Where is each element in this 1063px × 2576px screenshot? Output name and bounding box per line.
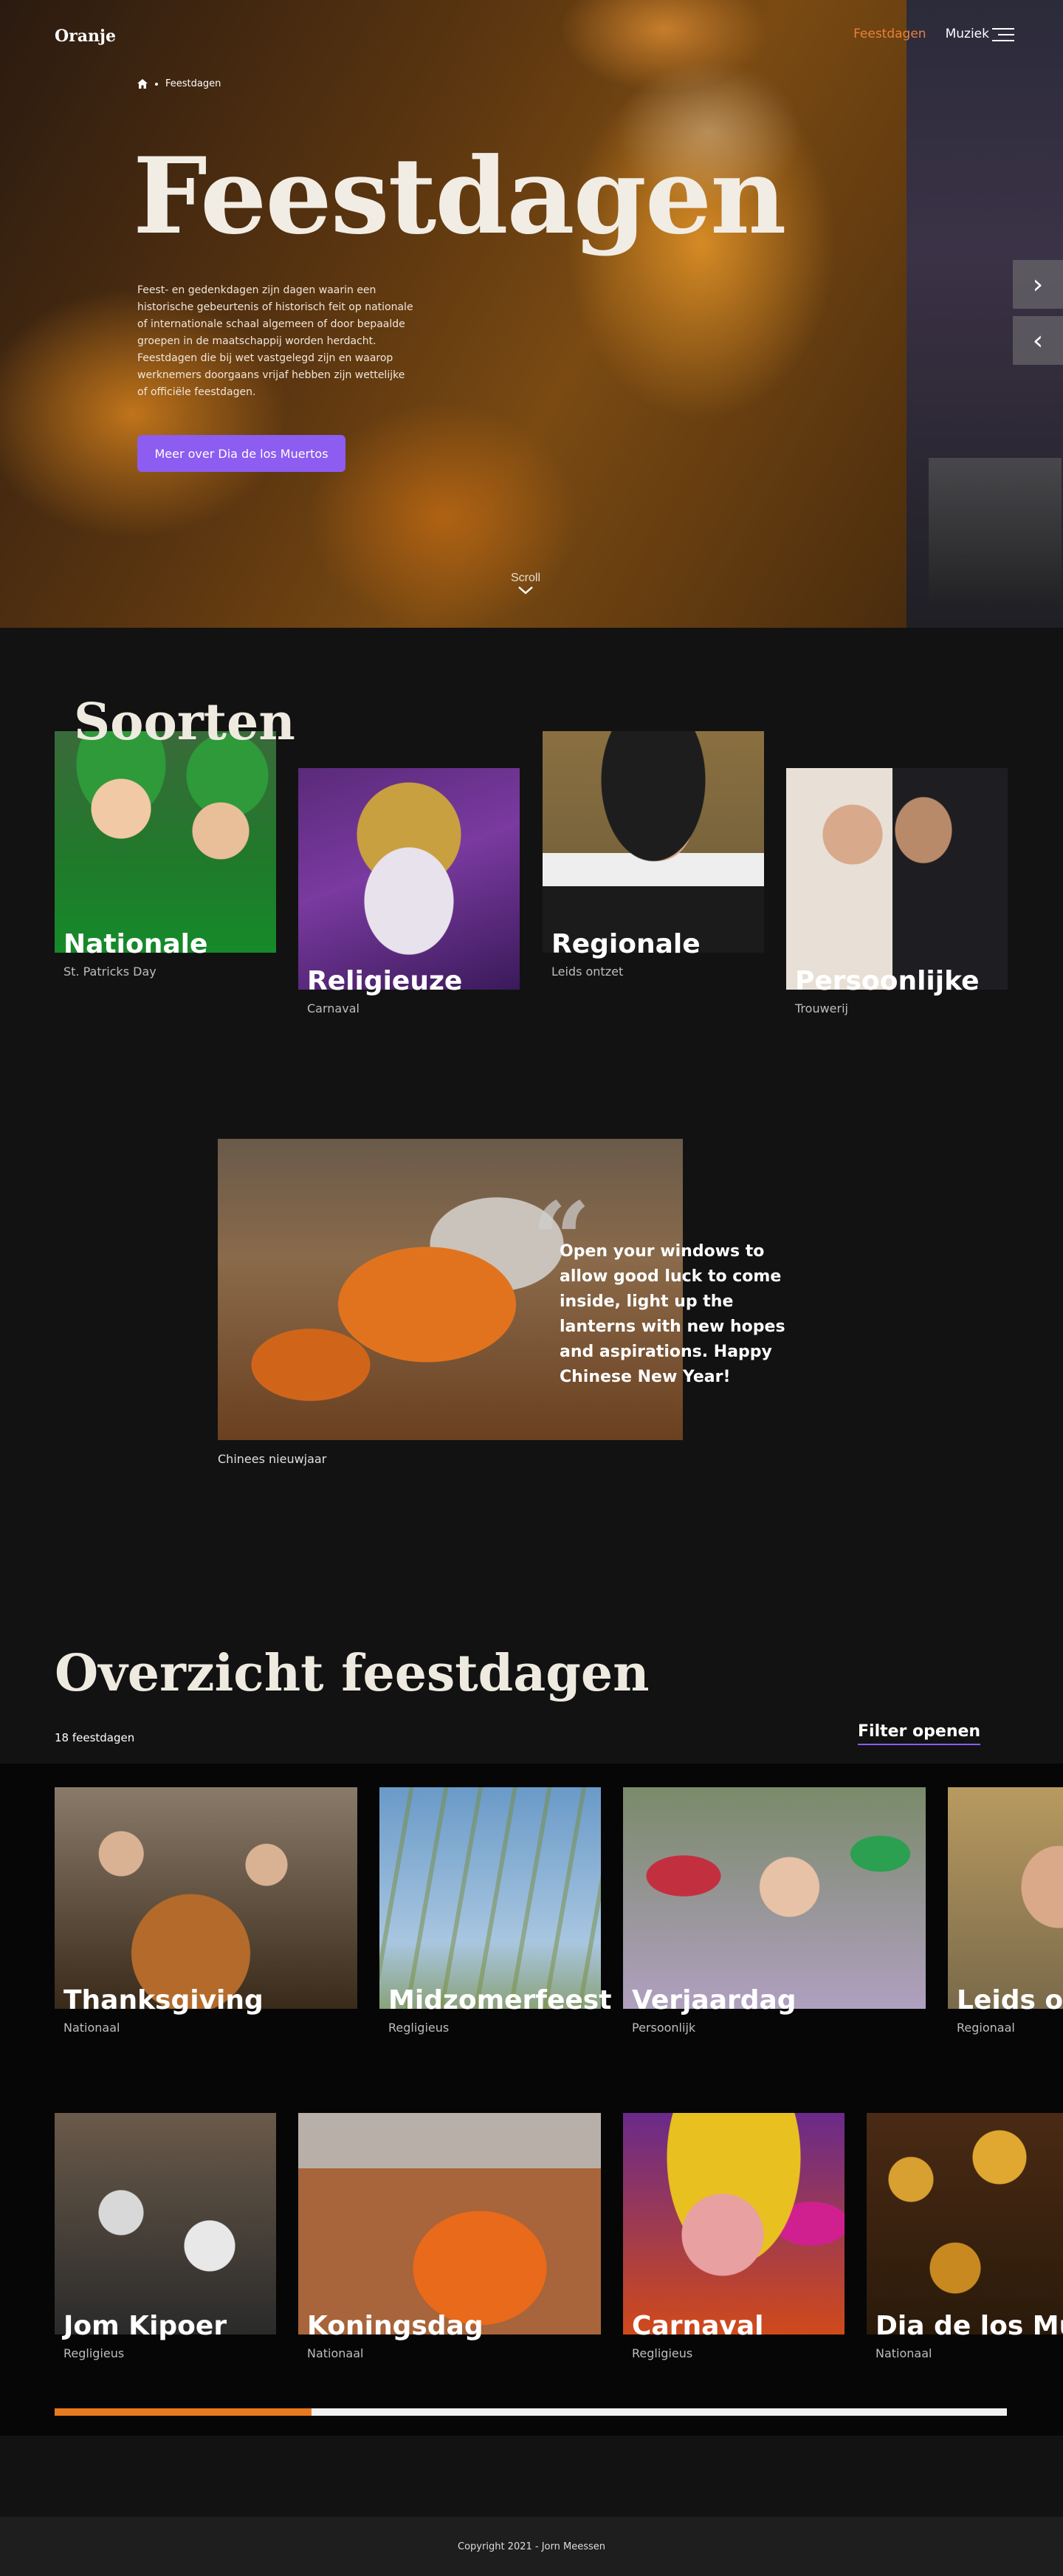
- card-image: [623, 1787, 926, 2009]
- breadcrumb-current: Feestdagen: [165, 78, 221, 89]
- card-subtitle: Carnaval: [307, 1001, 360, 1015]
- overzicht-title: Overzicht feestdagen: [55, 1644, 650, 1703]
- gallery-scroll-progress[interactable]: [55, 2408, 1007, 2416]
- card-subtitle: Regligieus: [388, 2021, 450, 2035]
- card-title: Carnaval: [632, 2311, 764, 2341]
- card-subtitle: Regionaal: [957, 2021, 1015, 2035]
- progress-fill: [55, 2408, 312, 2416]
- card-title: Midzomerfeest: [388, 1985, 612, 2015]
- hero-cta-button[interactable]: Meer over Dia de los Muertos: [137, 435, 345, 472]
- card-subtitle: Nationaal: [63, 2021, 120, 2035]
- nav-link-feestdagen[interactable]: Feestdagen: [853, 27, 926, 41]
- card-title: Koningsdag: [307, 2311, 484, 2341]
- result-count: 18 feestdagen: [55, 1731, 135, 1744]
- card-subtitle: St. Patricks Day: [63, 965, 156, 979]
- card-title: Religieuze: [307, 966, 463, 996]
- hero-section: Oranje Feestdagen Muziek Feestdagen Fees…: [0, 0, 1063, 628]
- card-subtitle: Nationaal: [307, 2346, 364, 2360]
- card-image: [55, 1787, 357, 2009]
- copyright-text: Copyright 2021 - Jorn Meessen: [458, 2541, 605, 2552]
- gallery-card-dia-de-los-muertos[interactable]: Dia de los Muertos Nationaal: [867, 2113, 1063, 2379]
- card-subtitle: Trouwerij: [795, 1001, 848, 1015]
- card-subtitle: Regligieus: [632, 2346, 693, 2360]
- hamburger-icon[interactable]: [992, 27, 1014, 43]
- card-title: Verjaardag: [632, 1985, 797, 2015]
- card-image: [298, 768, 520, 990]
- card-title: Thanksgiving: [63, 1985, 264, 2015]
- gallery-card-leids-ontzet[interactable]: Leids ontzet Regionaal: [948, 1787, 1063, 2053]
- hero-description: Feest- en gedenkdagen zijn dagen waarin …: [137, 284, 413, 398]
- nav-link-muziek[interactable]: Muziek: [946, 27, 989, 41]
- hero-title: Feestdagen: [133, 135, 786, 258]
- card-subtitle: Regligieus: [63, 2346, 125, 2360]
- hero-next-slide-image: [907, 0, 1063, 628]
- card-image: [55, 2113, 276, 2334]
- card-title: Nationale: [63, 929, 208, 959]
- card-title: Dia de los Muertos: [875, 2311, 1063, 2341]
- card-subtitle: Nationaal: [875, 2346, 932, 2360]
- breadcrumb: Feestdagen: [137, 78, 221, 89]
- card-title: Persoonlijke: [795, 966, 980, 996]
- chevron-left-icon[interactable]: ‹: [1013, 316, 1063, 365]
- card-image: [543, 731, 764, 953]
- card-title: Jom Kipoer: [63, 2311, 227, 2341]
- card-image: [948, 1787, 1063, 2009]
- scroll-label: Scroll: [510, 572, 540, 584]
- card-title: Regionale: [551, 929, 701, 959]
- filter-button[interactable]: Filter openen: [858, 1722, 981, 1745]
- card-image: [867, 2113, 1063, 2334]
- card-title: Leids ontzet: [957, 1985, 1063, 2015]
- card-subtitle: Leids ontzet: [551, 965, 624, 979]
- site-logo[interactable]: Oranje: [55, 27, 116, 46]
- chevron-right-icon[interactable]: ›: [1013, 260, 1063, 309]
- card-image: [298, 2113, 601, 2334]
- home-icon[interactable]: [137, 79, 148, 89]
- main-nav: Feestdagen Muziek: [853, 27, 989, 41]
- card-subtitle: Persoonlijk: [632, 2021, 696, 2035]
- breadcrumb-separator: [155, 82, 158, 86]
- card-image: [379, 1787, 601, 2009]
- featured-caption: Chinees nieuwjaar: [218, 1452, 327, 1466]
- feestdagen-gallery[interactable]: Thanksgiving Nationaal Midzomerfeest Reg…: [0, 1764, 1063, 2436]
- footer: Copyright 2021 - Jorn Meessen: [0, 2517, 1063, 2576]
- card-image: [786, 768, 1008, 990]
- card-image: [55, 731, 276, 953]
- soorten-title: Soorten: [74, 693, 295, 752]
- chevron-down-icon: [518, 586, 533, 595]
- featured-quote: Open your windows to allow good luck to …: [560, 1242, 785, 1386]
- card-image: [623, 2113, 844, 2334]
- scroll-indicator[interactable]: Scroll: [509, 572, 542, 598]
